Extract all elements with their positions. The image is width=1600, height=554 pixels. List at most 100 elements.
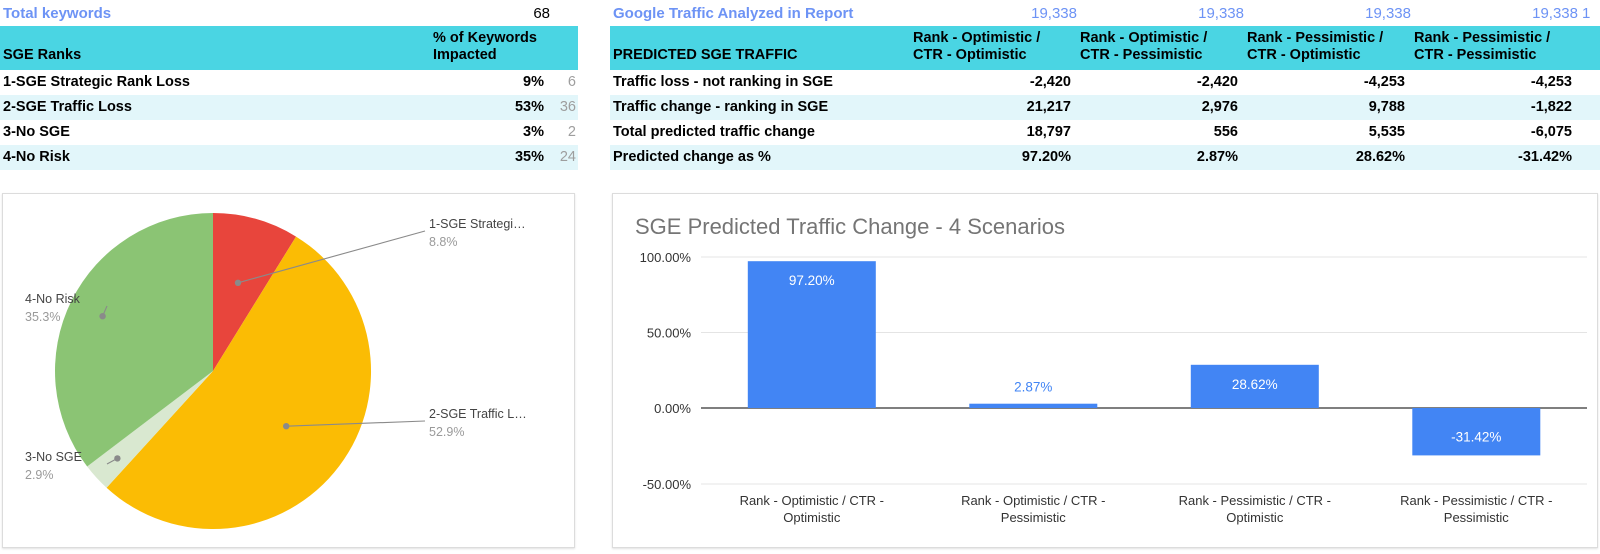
sge-ranks-table: SGE Ranks % of Keywords Impacted 1-SGE S… — [0, 26, 578, 171]
pie-chart-svg: 1-SGE Strategi… 8.8% 2-SGE Traffic L… 52.9%… — [25, 213, 527, 530]
cell-metric: Total predicted traffic change — [613, 123, 815, 140]
bar-chart-category-label: Rank - Optimistic / CTR - — [740, 493, 884, 508]
sge-ranks-table-panel: Total keywords 68 SGE Ranks % of Keyword… — [0, 0, 578, 171]
total-keywords-value: 68 — [533, 4, 550, 22]
cell-value: -4,253 — [1530, 73, 1572, 90]
bar-chart-category-label: Rank - Pessimistic / CTR - — [1400, 493, 1552, 508]
cell-rank: 2-SGE Traffic Loss — [0, 95, 430, 121]
bar-chart-category-label: Pessimistic — [1444, 510, 1510, 525]
table-row[interactable]: 3-No SGE 3% 2 — [0, 120, 578, 145]
cell-spacer — [1578, 145, 1600, 171]
cell-rank: 4-No Risk — [0, 145, 430, 171]
cell-pct: 35% — [430, 145, 550, 171]
cell-metric: Predicted change as % — [610, 145, 910, 171]
table-row[interactable]: 2-SGE Traffic Loss 53% 36 — [0, 95, 578, 121]
dashboard-root: Total keywords 68 SGE Ranks % of Keyword… — [0, 0, 1600, 554]
table-row[interactable]: Predicted change as % 97.20% 2.87% 28.62… — [610, 145, 1600, 171]
col-header-spacer — [1578, 26, 1600, 71]
google-traffic-value-clipped: 1 — [1582, 4, 1591, 22]
bar-chart-y-tick-label: 50.00% — [647, 326, 692, 341]
cell-value: -31.42% — [1411, 145, 1578, 171]
pie-slice-label: 2-SGE Traffic L… — [429, 407, 527, 421]
pie-slice-label: 3-No SGE — [25, 450, 82, 464]
bar-chart-value-label: 97.20% — [789, 273, 835, 288]
bar-chart-category-label: Rank - Optimistic / CTR - — [961, 493, 1105, 508]
pie-slice-percent: 8.8% — [429, 235, 458, 249]
pie-slice-label: 4-No Risk — [25, 292, 81, 306]
bar-chart-y-tick-label: 0.00% — [654, 401, 691, 416]
bar-chart-category-labels: Rank - Optimistic / CTR - Optimistic Rank … — [740, 493, 1553, 525]
cell-value: 97.20% — [910, 145, 1077, 171]
bar-chart-bars[interactable] — [747, 261, 1541, 456]
cell-value: -4,253 — [1363, 73, 1405, 90]
bar-chart-value-labels: 97.20% 2.87% 28.62% -31.42% — [789, 273, 1502, 444]
cell-value: -2,420 — [1196, 73, 1238, 90]
table-header-row: PREDICTED SGE TRAFFIC Rank - Optimistic … — [610, 26, 1600, 71]
table-row[interactable]: Traffic loss - not ranking in SGE -2,420… — [610, 70, 1600, 95]
pie-slice-label: 1-SGE Strategi… — [429, 217, 526, 231]
cell-spacer — [1578, 120, 1600, 145]
sge-predicted-traffic-bar-chart-card[interactable]: SGE Predicted Traffic Change - 4 Scenari… — [612, 193, 1598, 548]
google-traffic-value-2: 19,338 — [1198, 4, 1244, 22]
bar-chart-y-tick-label: 100.00% — [640, 250, 692, 265]
col-header-rank-opt-ctr-opt[interactable]: Rank - Optimistic / CTR - Optimistic — [910, 26, 1077, 71]
table-row[interactable]: Traffic change - ranking in SGE 21,217 2… — [610, 95, 1600, 121]
google-traffic-label: Google Traffic Analyzed in Report — [613, 4, 854, 22]
bar-chart-title: SGE Predicted Traffic Change - 4 Scenari… — [635, 214, 1065, 239]
bar-chart-y-axis-labels: 100.00% 50.00% 0.00% -50.00% — [640, 250, 692, 492]
cell-value: 2,976 — [1077, 95, 1244, 121]
google-traffic-value-3: 19,338 — [1365, 4, 1411, 22]
cell-count: 6 — [567, 73, 576, 90]
table-header-row: SGE Ranks % of Keywords Impacted — [0, 26, 578, 71]
pie-slices[interactable] — [55, 213, 372, 530]
cell-count: 36 — [550, 95, 578, 121]
bar-chart-bar[interactable] — [969, 403, 1098, 408]
cell-value: 2.87% — [1077, 145, 1244, 171]
bar-chart-value-label: 28.62% — [1232, 377, 1278, 392]
bar-chart-y-tick-label: -50.00% — [643, 477, 692, 492]
pie-leader-dot — [283, 423, 290, 430]
cell-pct: 53% — [430, 95, 550, 121]
bar-chart-value-label: 2.87% — [1014, 380, 1052, 395]
col-header-rank-opt-ctr-pess[interactable]: Rank - Optimistic / CTR - Pessimistic — [1077, 26, 1244, 71]
cell-value: -1,822 — [1411, 95, 1578, 121]
cell-value: 21,217 — [910, 95, 1077, 121]
google-traffic-value-1: 19,338 — [1031, 4, 1077, 22]
bar-chart-category-label: Rank - Pessimistic / CTR - — [1179, 493, 1331, 508]
col-header-sge-ranks[interactable]: SGE Ranks — [0, 26, 430, 71]
google-traffic-kpi: Google Traffic Analyzed in Report 19,338… — [610, 0, 1600, 26]
table-row[interactable]: 1-SGE Strategic Rank Loss 9% 6 — [0, 70, 578, 95]
table-row[interactable]: 4-No Risk 35% 24 — [0, 145, 578, 171]
col-header-rank-pess-ctr-opt[interactable]: Rank - Pessimistic / CTR - Optimistic — [1244, 26, 1411, 71]
cell-metric: Traffic loss - not ranking in SGE — [613, 73, 833, 90]
cell-metric: Traffic change - ranking in SGE — [610, 95, 910, 121]
col-header-predicted-sge-traffic[interactable]: PREDICTED SGE TRAFFIC — [610, 26, 910, 71]
cell-rank: 3-No SGE — [3, 123, 70, 140]
sge-ranks-pie-chart-card[interactable]: 1-SGE Strategi… 8.8% 2-SGE Traffic L… 52.9%… — [2, 193, 575, 548]
google-traffic-value-4: 19,338 — [1532, 4, 1578, 22]
table-row[interactable]: Total predicted traffic change 18,797 55… — [610, 120, 1600, 145]
cell-count: 2 — [567, 123, 576, 140]
bar-chart-value-label: -31.42% — [1451, 429, 1501, 444]
bar-chart-category-label: Optimistic — [1226, 510, 1284, 525]
pie-slice-percent: 52.9% — [429, 425, 464, 439]
col-header-pct-keywords-impacted[interactable]: % of Keywords Impacted — [430, 26, 550, 71]
cell-value: 9,788 — [1244, 95, 1411, 121]
total-keywords-label: Total keywords — [3, 4, 112, 22]
pie-slice-percent: 35.3% — [25, 310, 60, 324]
pie-leader-dot — [99, 313, 106, 320]
col-header-rank-pess-ctr-pess[interactable]: Rank - Pessimistic / CTR - Pessimistic — [1411, 26, 1578, 71]
predicted-sge-traffic-table-panel: Google Traffic Analyzed in Report 19,338… — [610, 0, 1600, 171]
pie-leader-dot — [114, 455, 121, 462]
pie-slice-percent: 2.9% — [25, 468, 54, 482]
col-header-spacer — [550, 26, 578, 71]
cell-value: 5,535 — [1368, 123, 1405, 140]
pie-leader-dot — [234, 279, 242, 286]
cell-count: 24 — [550, 145, 578, 171]
cell-pct: 3% — [523, 123, 544, 140]
total-keywords-kpi: Total keywords 68 — [0, 0, 578, 26]
predicted-sge-traffic-table: PREDICTED SGE TRAFFIC Rank - Optimistic … — [610, 26, 1600, 171]
bar-chart-category-label: Optimistic — [783, 510, 841, 525]
cell-value: -6,075 — [1530, 123, 1572, 140]
cell-value: -2,420 — [1029, 73, 1071, 90]
